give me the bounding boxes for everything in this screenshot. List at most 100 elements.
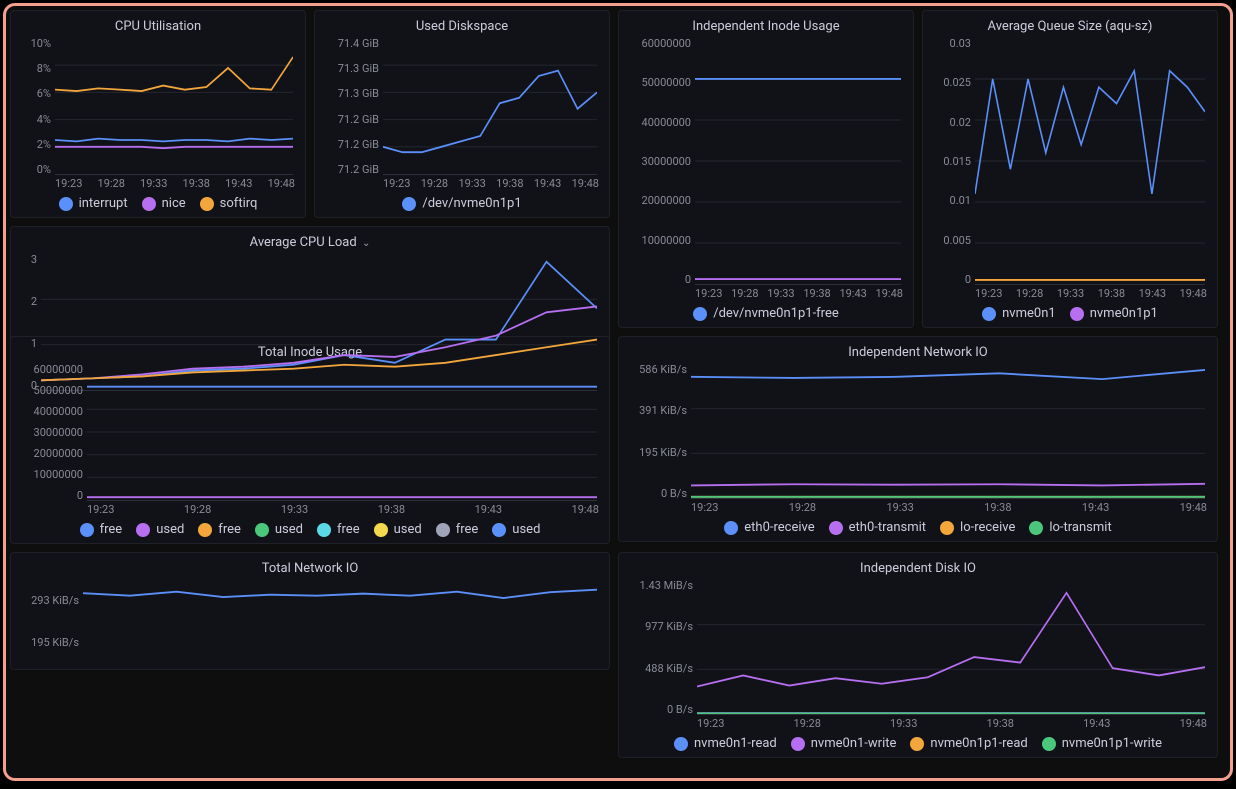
legend-label: interrupt: [79, 196, 128, 211]
panel-title[interactable]: Average CPU Load ⌄: [21, 235, 599, 250]
legend-item[interactable]: used: [374, 522, 422, 537]
plot-area[interactable]: [975, 38, 1205, 285]
panel-total-inode-usage[interactable]: Total Inode Usage 6000000050000000400000…: [10, 336, 610, 544]
plot-area[interactable]: [83, 580, 597, 663]
legend-item[interactable]: /dev/nvme0n1p1: [402, 196, 521, 211]
chevron-down-icon[interactable]: ⌄: [362, 238, 370, 249]
legend-swatch: [940, 521, 954, 535]
plot-area[interactable]: [691, 364, 1205, 499]
legend-label: lo-receive: [960, 520, 1015, 535]
legend-item[interactable]: used: [255, 522, 303, 537]
x-axis: 19:2319:2819:3319:3819:4319:48: [55, 175, 295, 190]
plot-area[interactable]: [697, 580, 1205, 715]
chart-body: 6000000050000000400000003000000020000000…: [21, 364, 599, 501]
panel-average-queue-size[interactable]: Average Queue Size (aqu-sz) 0.030.0250.0…: [922, 10, 1218, 328]
legend-item[interactable]: nvme0n1p1-write: [1042, 736, 1162, 751]
panel-title: Independent Disk IO: [629, 561, 1207, 576]
legend-label: nvme0n1p1: [1090, 306, 1158, 321]
panel-title: Used Diskspace: [325, 19, 599, 34]
legend-item[interactable]: nvme0n1-read: [674, 736, 777, 751]
legend: /dev/nvme0n1p1-free: [629, 306, 903, 321]
legend-swatch: [791, 737, 805, 751]
legend-item[interactable]: free: [80, 522, 123, 537]
legend-label: nvme0n1-write: [811, 736, 897, 751]
panel-title: Independent Network IO: [629, 345, 1207, 360]
legend-item[interactable]: interrupt: [59, 196, 128, 211]
chart-body: 586 KiB/s391 KiB/s195 KiB/s0 B/s: [629, 364, 1207, 499]
plot-area[interactable]: [383, 38, 597, 175]
legend-item[interactable]: nice: [142, 196, 186, 211]
chart-body: 0.030.0250.020.0150.010.0050: [933, 38, 1207, 285]
legend-swatch: [136, 523, 150, 537]
legend-label: eth0-receive: [744, 520, 814, 535]
legend-swatch: [693, 307, 707, 321]
legend-label: nice: [162, 196, 186, 211]
legend-item[interactable]: /dev/nvme0n1p1-free: [693, 306, 839, 321]
y-axis: 71.4 GiB71.3 GiB71.3 GiB71.2 GiB71.2 GiB…: [325, 38, 379, 175]
legend-label: nvme0n1-read: [694, 736, 777, 751]
title-text: Average CPU Load: [250, 235, 357, 250]
legend-swatch: [1070, 307, 1084, 321]
legend: free used free used free used free used: [21, 522, 599, 537]
legend-item[interactable]: eth0-receive: [724, 520, 814, 535]
panel-total-network-io[interactable]: Total Network IO 293 KiB/s195 KiB/s: [10, 552, 610, 670]
legend-label: used: [156, 522, 184, 537]
legend-label: nvme0n1: [1002, 306, 1056, 321]
y-axis: 1.43 MiB/s977 KiB/s488 KiB/s0 B/s: [629, 580, 693, 715]
legend-label: nvme0n1p1-read: [930, 736, 1027, 751]
legend: nvme0n1-read nvme0n1-write nvme0n1p1-read n…: [629, 736, 1207, 751]
panel-title: CPU Utilisation: [21, 19, 295, 34]
dashboard-grid: CPU Utilisation 10%8%6%4%2%0% 19:2319:28…: [10, 10, 1226, 758]
legend-label: free: [218, 522, 241, 537]
plot-area[interactable]: [87, 364, 597, 501]
legend-swatch: [402, 197, 416, 211]
legend-item[interactable]: free: [317, 522, 360, 537]
y-axis: 10%8%6%4%2%0%: [21, 38, 51, 175]
legend-item[interactable]: used: [136, 522, 184, 537]
y-axis: 6000000050000000400000003000000020000000…: [629, 38, 691, 285]
panel-independent-inode-usage[interactable]: Independent Inode Usage 6000000050000000…: [618, 10, 914, 328]
legend-item[interactable]: used: [492, 522, 540, 537]
legend-swatch: [255, 523, 269, 537]
legend-item[interactable]: softirq: [200, 196, 258, 211]
panel-cpu-utilisation[interactable]: CPU Utilisation 10%8%6%4%2%0% 19:2319:28…: [10, 10, 306, 218]
legend-label: lo-transmit: [1049, 520, 1111, 535]
legend-swatch: [317, 523, 331, 537]
legend-swatch: [982, 307, 996, 321]
y-axis: 586 KiB/s391 KiB/s195 KiB/s0 B/s: [629, 364, 687, 499]
legend-swatch: [492, 523, 506, 537]
legend-item[interactable]: nvme0n1p1-read: [910, 736, 1027, 751]
chart-body: 293 KiB/s195 KiB/s: [21, 580, 599, 663]
legend-item[interactable]: nvme0n1-write: [791, 736, 897, 751]
legend-swatch: [1029, 521, 1043, 535]
panel-independent-network-io[interactable]: Independent Network IO 586 KiB/s391 KiB/…: [618, 336, 1218, 542]
panel-title: Total Network IO: [21, 561, 599, 576]
legend-item[interactable]: eth0-transmit: [829, 520, 926, 535]
legend-swatch: [142, 197, 156, 211]
legend-swatch: [374, 523, 388, 537]
y-axis: 0.030.0250.020.0150.010.0050: [933, 38, 971, 285]
chart-body: 10%8%6%4%2%0%: [21, 38, 295, 175]
x-axis: 19:2319:2819:3319:3819:4319:48: [691, 499, 1207, 514]
legend-item[interactable]: free: [436, 522, 479, 537]
legend-swatch: [200, 197, 214, 211]
plot-area[interactable]: [695, 38, 901, 285]
legend-item[interactable]: lo-receive: [940, 520, 1015, 535]
x-axis: 19:2319:2819:3319:3819:4319:48: [697, 715, 1207, 730]
legend: interrupt nice softirq: [21, 196, 295, 211]
x-axis: 19:2319:2819:3319:3819:4319:48: [383, 175, 599, 190]
legend-swatch: [910, 737, 924, 751]
panel-title: Independent Inode Usage: [629, 19, 903, 34]
legend-item[interactable]: nvme0n1: [982, 306, 1056, 321]
legend: nvme0n1 nvme0n1p1: [933, 306, 1207, 321]
plot-area[interactable]: [55, 38, 293, 175]
legend-item[interactable]: nvme0n1p1: [1070, 306, 1158, 321]
panel-independent-disk-io[interactable]: Independent Disk IO 1.43 MiB/s977 KiB/s4…: [618, 552, 1218, 758]
legend-label: used: [275, 522, 303, 537]
legend-item[interactable]: lo-transmit: [1029, 520, 1111, 535]
panel-used-diskspace[interactable]: Used Diskspace 71.4 GiB71.3 GiB71.3 GiB7…: [314, 10, 610, 218]
legend-label: free: [456, 522, 479, 537]
chart-body: 6000000050000000400000003000000020000000…: [629, 38, 903, 285]
legend: /dev/nvme0n1p1: [325, 196, 599, 211]
legend-item[interactable]: free: [198, 522, 241, 537]
